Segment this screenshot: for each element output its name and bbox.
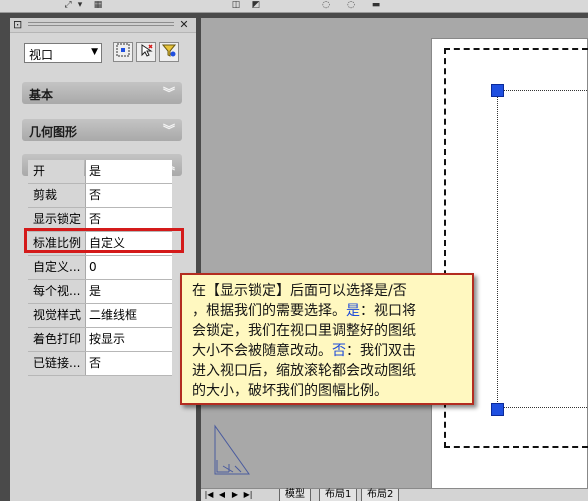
callout-text: 进入视口后，缩放滚轮都会改动图纸 — [192, 363, 416, 379]
property-value[interactable]: 否 — [85, 184, 172, 207]
expand-chevron-icon: ︾ — [162, 123, 175, 137]
tab-layout2[interactable]: 布局2 — [361, 489, 400, 501]
toolbar-icon[interactable]: ◌ — [345, 1, 357, 10]
section-geometry[interactable]: 几何图形 ︾ — [22, 119, 182, 141]
property-value[interactable]: 二维线框 — [85, 304, 172, 327]
ucs-icon — [214, 424, 250, 475]
property-row-linked[interactable]: 已链接... 否 — [28, 352, 172, 376]
layout-tab-bar: |◀ ◀ ▶ ▶| 模型 布局1 布局2 — [201, 488, 588, 501]
toolbar-icon[interactable]: ◌ — [320, 1, 332, 10]
annotation-callout: 在【显示锁定】后面可以选择是/否 ，根据我们的需要选择。是：视口将 会锁定，我们… — [180, 273, 474, 405]
select-objects-icon — [141, 44, 153, 57]
first-tab-icon[interactable]: |◀ — [204, 490, 214, 500]
previous-tab-icon[interactable]: ◀ — [217, 490, 227, 500]
toggle-pickadd-button[interactable] — [159, 42, 179, 62]
grid-icon[interactable]: ▦ — [92, 1, 104, 10]
dropdown-arrow-icon[interactable]: ▾ — [74, 1, 86, 10]
drag-grip[interactable] — [28, 22, 174, 27]
viewport-grip-top[interactable] — [491, 84, 504, 97]
property-name: 已链接... — [28, 352, 84, 375]
viewport-inner-frame — [497, 90, 588, 408]
chevron-down-icon: ▼ — [91, 47, 98, 57]
toolbar-icon[interactable]: ◫ — [230, 1, 242, 10]
callout-text: ：视口将 — [360, 303, 416, 319]
object-type-select[interactable]: 视口 ▼ — [24, 43, 102, 63]
property-row-shade-plot[interactable]: 着色打印 按显示 — [28, 328, 172, 352]
toggle-pickadd-icon — [161, 44, 177, 57]
callout-line: 会锁定，我们在视口里调整好的图纸 — [192, 321, 462, 341]
next-tab-icon[interactable]: ▶ — [230, 490, 240, 500]
property-value[interactable]: 按显示 — [85, 328, 172, 351]
auto-hide-icon[interactable]: ⊡ — [13, 19, 25, 31]
last-tab-icon[interactable]: ▶| — [243, 490, 253, 500]
callout-line: 的大小，破坏我们的图幅比例。 — [192, 381, 462, 401]
expand-chevron-icon: ︾ — [162, 86, 175, 100]
property-name: 自定义... — [28, 256, 84, 279]
tab-layout1[interactable]: 布局1 — [319, 489, 358, 501]
object-type-value: 视口 — [29, 48, 54, 62]
quick-select-icon — [116, 43, 130, 57]
property-name: 着色打印 — [28, 328, 84, 351]
callout-text: 大小不会被随意改动。 — [192, 343, 332, 359]
section-geometry-label: 几何图形 — [29, 125, 78, 139]
property-value[interactable]: 0 — [85, 256, 172, 279]
property-row-ucs-per-viewport[interactable]: 每个视... 是 — [28, 280, 172, 304]
top-toolbar-strip: ⤢ ▾ ▦ ◫ ◩ ◌ ◌ ▬ — [0, 0, 588, 13]
property-name: 每个视... — [28, 280, 84, 303]
property-name: 剪裁 — [28, 184, 84, 207]
maximize-icon[interactable]: ⤢ — [62, 1, 74, 10]
section-basic-label: 基本 — [29, 88, 54, 102]
property-grid: 开 是 剪裁 否 显示锁定 否 标准比例 自定义 自定义... 0 每个视...… — [28, 160, 172, 376]
toolbar-icon[interactable]: ◩ — [250, 1, 262, 10]
property-row-on[interactable]: 开 是 — [28, 160, 172, 184]
property-name: 开 — [28, 160, 84, 183]
quick-select-button[interactable] — [113, 42, 133, 62]
property-name: 视觉样式 — [28, 304, 84, 327]
section-basic[interactable]: 基本 ︾ — [22, 82, 182, 104]
palette-title-bar[interactable]: ⊡ ✕ — [10, 18, 196, 33]
highlight-box — [24, 228, 184, 253]
callout-keyword-yes: 是 — [346, 303, 360, 319]
property-value[interactable]: 是 — [85, 280, 172, 303]
close-icon[interactable]: ✕ — [178, 19, 190, 31]
callout-text: 会锁定，我们在视口里调整好的图纸 — [192, 323, 416, 339]
callout-line: 进入视口后，缩放滚轮都会改动图纸 — [192, 361, 462, 381]
tab-model[interactable]: 模型 — [279, 489, 311, 501]
drawing-canvas[interactable] — [201, 18, 588, 500]
callout-text: 在【显示锁定】后面可以选择是/否 — [192, 283, 407, 299]
callout-text: ，根据我们的需要选择。 — [192, 303, 346, 319]
property-row-visual-style[interactable]: 视觉样式 二维线框 — [28, 304, 172, 328]
toolbar-icon[interactable]: ▬ — [370, 1, 382, 10]
callout-line: 在【显示锁定】后面可以选择是/否 — [192, 281, 462, 301]
callout-keyword-no: 否 — [332, 343, 346, 359]
property-row-custom-scale[interactable]: 自定义... 0 — [28, 256, 172, 280]
property-value[interactable]: 否 — [85, 352, 172, 375]
callout-line: ，根据我们的需要选择。是：视口将 — [192, 301, 462, 321]
property-value[interactable]: 是 — [85, 160, 172, 183]
select-objects-button[interactable] — [136, 42, 156, 62]
callout-line: 大小不会被随意改动。否：我们双击 — [192, 341, 462, 361]
callout-text: ：我们双击 — [346, 343, 416, 359]
property-row-clipped[interactable]: 剪裁 否 — [28, 184, 172, 208]
viewport-grip-bottom[interactable] — [491, 403, 504, 416]
callout-text: 的大小，破坏我们的图幅比例。 — [192, 383, 388, 399]
